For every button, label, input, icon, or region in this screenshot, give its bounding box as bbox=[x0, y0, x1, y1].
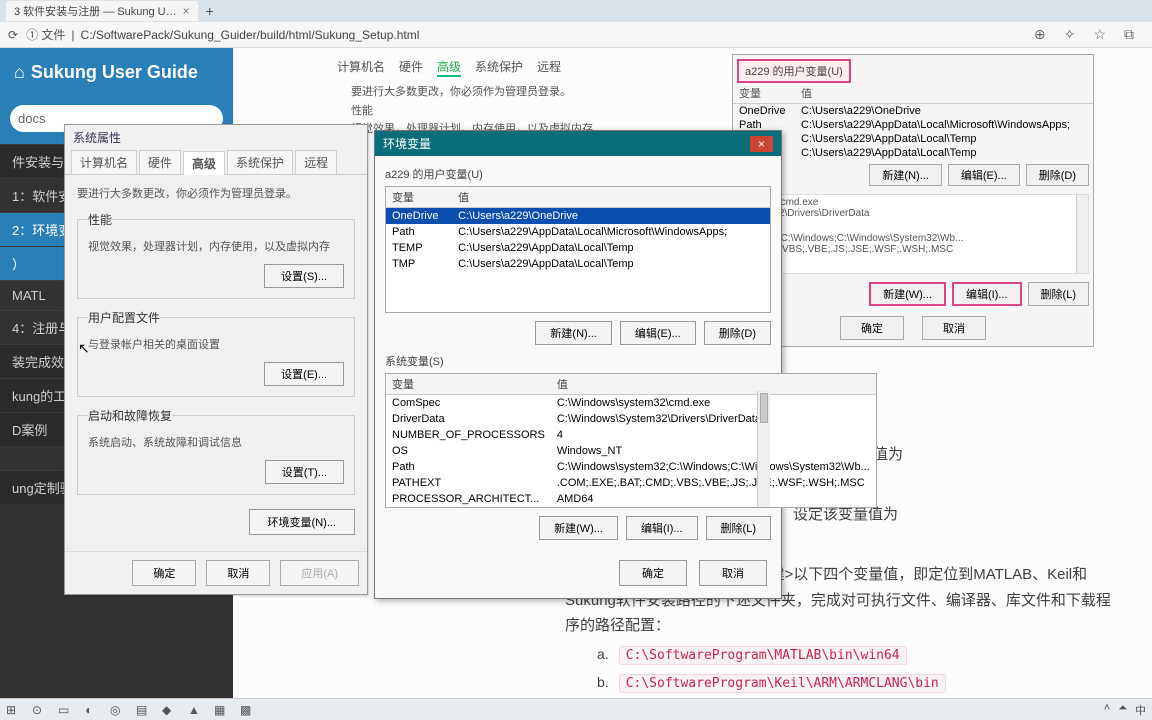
user-edit-button[interactable]: 编辑(E)... bbox=[620, 321, 696, 345]
sys-ok-button[interactable]: 确定 bbox=[132, 560, 196, 586]
dialog-title: 系统属性 bbox=[65, 125, 367, 150]
ime-badge[interactable]: 中 bbox=[1135, 702, 1146, 718]
env-cancel-button[interactable]: 取消 bbox=[699, 560, 767, 586]
home-icon: ⌂ bbox=[14, 62, 25, 83]
sys-tabs: 计算机名 硬件 高级 系统保护 远程 bbox=[65, 150, 367, 175]
table-row: PathC:\Users\a229\AppData\Local\Microsof… bbox=[386, 224, 771, 240]
app5-icon[interactable]: ▦ bbox=[214, 703, 228, 717]
table-row: PathC:\Windows\system32;C:\Windows;C:\Wi… bbox=[386, 459, 877, 475]
search-icon[interactable]: ⊙ bbox=[32, 703, 46, 717]
sys-cancel-button[interactable]: 取消 bbox=[206, 560, 270, 586]
sys-new-button[interactable]: 新建(W)... bbox=[539, 516, 618, 540]
tab-computer[interactable]: 计算机名 bbox=[71, 150, 137, 174]
environment-variables-dialog: 环境变量 × a229 的用户变量(U) 变量值 OneDriveC:\User… bbox=[374, 130, 782, 599]
app3-icon[interactable]: ◆ bbox=[162, 703, 176, 717]
scrollbar[interactable] bbox=[1076, 195, 1088, 273]
startup-settings-button[interactable]: 设置(T)... bbox=[265, 460, 344, 484]
url-text: C:/SoftwarePack/Sukung_Guider/build/html… bbox=[81, 28, 420, 42]
file-icon[interactable]: ▤ bbox=[136, 703, 150, 717]
system-properties-dialog: 系统属性 计算机名 硬件 高级 系统保护 远程 要进行大多数更改，你必须作为管理… bbox=[64, 124, 368, 595]
table-row: ComSpecC:\Windows\system32\cmd.exe bbox=[386, 394, 877, 411]
sysvars-bg-box: ystem32\cmd.exe System32\Drivers\DriverD… bbox=[737, 194, 1089, 274]
user-var-header: a229 的用户变量(U) bbox=[737, 59, 851, 83]
tray-up-icon[interactable]: ˄ bbox=[1104, 702, 1110, 718]
file-badge: ① 文件 bbox=[26, 26, 65, 43]
edge-icon[interactable]: ◖ bbox=[84, 703, 98, 717]
sys-apply-button[interactable]: 应用(A) bbox=[280, 560, 359, 586]
perf-settings-button[interactable]: 设置(S)... bbox=[264, 264, 344, 288]
wifi-icon[interactable]: ⏶ bbox=[1118, 702, 1127, 718]
address-bar: ⟳ ① 文件 | C:/SoftwarePack/Sukung_Guider/b… bbox=[0, 22, 1152, 48]
env-vars-button[interactable]: 环境变量(N)... bbox=[249, 509, 355, 535]
explorer-icon[interactable]: ▭ bbox=[58, 703, 72, 717]
table-row: NUMBER_OF_PROCESSORS4 bbox=[386, 427, 877, 443]
bg-ok-button[interactable]: 确定 bbox=[840, 316, 904, 340]
fieldset-performance: 性能 视觉效果，处理器计划，内存使用，以及虚拟内存 设置(S)... bbox=[77, 211, 355, 299]
table-row: PATHEXT.COM;.EXE;.BAT;.CMD;.VBS;.VBE;.JS… bbox=[386, 475, 877, 491]
new-tab-button[interactable]: + bbox=[206, 3, 214, 19]
user-new-button[interactable]: 新建(N)... bbox=[535, 321, 611, 345]
table-row: TMPC:\Users\a229\AppData\Local\Temp bbox=[386, 256, 771, 272]
tab-hardware[interactable]: 硬件 bbox=[139, 150, 181, 174]
start-icon[interactable]: ⊞ bbox=[6, 703, 20, 717]
tab-title: 3 软件安装与注册 — Sukung U… bbox=[14, 3, 177, 19]
user-vars-table[interactable]: 变量值 OneDriveC:\Users\a229\OneDrive PathC… bbox=[385, 186, 771, 313]
zoom-icon[interactable]: ⊕ bbox=[1034, 26, 1046, 43]
sys-edit-button[interactable]: 编辑(I)... bbox=[626, 516, 698, 540]
browser2-icon[interactable]: ◎ bbox=[110, 703, 124, 717]
sys-vars-table[interactable]: 变量值 ComSpecC:\Windows\system32\cmd.exe D… bbox=[385, 373, 877, 508]
close-icon[interactable]: × bbox=[183, 4, 190, 18]
path-b: C:\SoftwareProgram\Keil\ARM\ARMCLANG\bin bbox=[619, 674, 946, 693]
bg-del2-button[interactable]: 删除(L) bbox=[1028, 282, 1089, 306]
reload-icon[interactable]: ⟳ bbox=[8, 28, 18, 42]
read-icon[interactable]: ✧ bbox=[1064, 26, 1076, 43]
brand[interactable]: ⌂ Sukung User Guide bbox=[0, 48, 233, 97]
fav-icon[interactable]: ☆ bbox=[1093, 26, 1106, 43]
user-vars-label: a229 的用户变量(U) bbox=[385, 166, 771, 182]
tab-protect[interactable]: 系统保护 bbox=[227, 150, 293, 174]
env-ok-button[interactable]: 确定 bbox=[619, 560, 687, 586]
bg-del-button[interactable]: 删除(D) bbox=[1026, 164, 1089, 186]
fieldset-startup: 启动和故障恢复 系统启动、系统故障和调试信息 设置(T)... bbox=[77, 407, 355, 495]
user-del-button[interactable]: 删除(D) bbox=[704, 321, 771, 345]
app4-icon[interactable]: ▲ bbox=[188, 703, 202, 717]
table-row: TEMPC:\Users\a229\AppData\Local\Temp bbox=[386, 240, 771, 256]
scrollbar[interactable] bbox=[757, 391, 770, 507]
env-panel-bg: a229 的用户变量(U) 变量值 OneDriveC:\Users\a229\… bbox=[732, 54, 1094, 347]
table-row: OneDriveC:\Users\a229\OneDrive bbox=[386, 208, 771, 225]
fieldset-profile: 用户配置文件 与登录帐户相关的桌面设置 设置(E)... bbox=[77, 309, 355, 397]
close-icon[interactable]: × bbox=[750, 136, 773, 152]
bg-cancel-button[interactable]: 取消 bbox=[922, 316, 986, 340]
tab-remote[interactable]: 远程 bbox=[295, 150, 337, 174]
profile-settings-button[interactable]: 设置(E)... bbox=[264, 362, 344, 386]
env-titlebar[interactable]: 环境变量 × bbox=[375, 131, 781, 156]
collections-icon[interactable]: ⧉ bbox=[1124, 26, 1134, 43]
table-row: OSWindows_NT bbox=[386, 443, 877, 459]
sys-del-button[interactable]: 删除(L) bbox=[706, 516, 771, 540]
bg-new2-button[interactable]: 新建(W)... bbox=[869, 282, 946, 306]
table-row: DriverDataC:\Windows\System32\Drivers\Dr… bbox=[386, 411, 877, 427]
sys-vars-label: 系统变量(S) bbox=[385, 353, 771, 369]
browser-tabs: 3 软件安装与注册 — Sukung U… × + bbox=[0, 0, 1152, 22]
tab-advanced[interactable]: 高级 bbox=[183, 151, 225, 175]
browser-tab[interactable]: 3 软件安装与注册 — Sukung U… × bbox=[6, 1, 198, 21]
path-a: C:\SoftwareProgram\MATLAB\bin\win64 bbox=[619, 646, 907, 665]
url-box[interactable]: ① 文件 | C:/SoftwarePack/Sukung_Guider/bui… bbox=[26, 26, 1026, 43]
table-row: PROCESSOR_ARCHITECT...AMD64 bbox=[386, 491, 877, 508]
app6-icon[interactable]: ▩ bbox=[240, 703, 254, 717]
taskbar[interactable]: ⊞ ⊙ ▭ ◖ ◎ ▤ ◆ ▲ ▦ ▩ ˄ ⏶ 中 bbox=[0, 698, 1152, 720]
bg-edit2-button[interactable]: 编辑(I)... bbox=[952, 282, 1022, 306]
bg-new-button[interactable]: 新建(N)... bbox=[869, 164, 941, 186]
bg-edit-button[interactable]: 编辑(E)... bbox=[948, 164, 1020, 186]
